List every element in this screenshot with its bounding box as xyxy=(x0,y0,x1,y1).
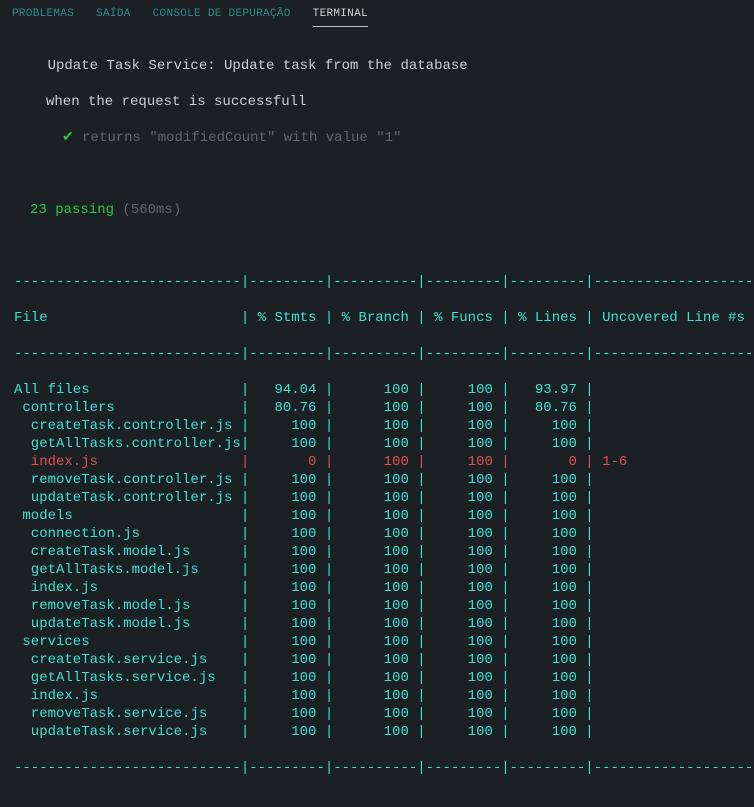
tab-problems[interactable]: PROBLEMAS xyxy=(12,4,74,27)
coverage-row: updateTask.controller.js | 100 | 100 | 1… xyxy=(14,489,740,507)
coverage-row: getAllTasks.controller.js| 100 | 100 | 1… xyxy=(14,435,740,453)
coverage-row: index.js | 100 | 100 | 100 | 100 | xyxy=(14,579,740,597)
coverage-row: updateTask.service.js | 100 | 100 | 100 … xyxy=(14,723,740,741)
coverage-rule-bottom: ---------------------------|---------|--… xyxy=(14,759,740,777)
coverage-row: createTask.service.js | 100 | 100 | 100 … xyxy=(14,651,740,669)
coverage-row: removeTask.model.js | 100 | 100 | 100 | … xyxy=(14,597,740,615)
coverage-row: removeTask.service.js | 100 | 100 | 100 … xyxy=(14,705,740,723)
coverage-rows: All files | 94.04 | 100 | 100 | 93.97 | … xyxy=(14,381,740,741)
coverage-row: models | 100 | 100 | 100 | 100 | xyxy=(14,507,740,525)
coverage-rule-top: ---------------------------|---------|--… xyxy=(14,273,740,291)
terminal-output[interactable]: Update Task Service: Update task from th… xyxy=(0,27,754,807)
coverage-row: createTask.controller.js | 100 | 100 | 1… xyxy=(14,417,740,435)
coverage-row: controllers | 80.76 | 100 | 100 | 80.76 … xyxy=(14,399,740,417)
test-suite-title: Update Task Service: Update task from th… xyxy=(14,57,740,75)
panel-tabs: PROBLEMAS SAÍDA CONSOLE DE DEPURAÇÃO TER… xyxy=(0,0,754,27)
coverage-row: removeTask.controller.js | 100 | 100 | 1… xyxy=(14,471,740,489)
coverage-row: getAllTasks.model.js | 100 | 100 | 100 |… xyxy=(14,561,740,579)
coverage-rule-mid: ---------------------------|---------|--… xyxy=(14,345,740,363)
coverage-row: createTask.model.js | 100 | 100 | 100 | … xyxy=(14,543,740,561)
passing-count: 23 passing xyxy=(30,202,114,218)
test-name: returns "modifiedCount" with value "1" xyxy=(82,130,401,146)
coverage-row: connection.js | 100 | 100 | 100 | 100 | xyxy=(14,525,740,543)
coverage-row: getAllTasks.service.js | 100 | 100 | 100… xyxy=(14,669,740,687)
passing-summary: 23 passing (560ms) xyxy=(14,201,740,219)
coverage-header: File | % Stmts | % Branch | % Funcs | % … xyxy=(14,309,740,327)
tab-terminal[interactable]: TERMINAL xyxy=(313,4,368,27)
test-result-line: ✔ returns "modifiedCount" with value "1" xyxy=(14,129,740,147)
tab-output[interactable]: SAÍDA xyxy=(96,4,131,27)
tab-debug-console[interactable]: CONSOLE DE DEPURAÇÃO xyxy=(153,4,291,27)
coverage-row: All files | 94.04 | 100 | 100 | 93.97 | xyxy=(14,381,740,399)
coverage-row: index.js | 0 | 100 | 100 | 0 | 1-6 xyxy=(14,453,740,471)
coverage-row: services | 100 | 100 | 100 | 100 | xyxy=(14,633,740,651)
coverage-row: updateTask.model.js | 100 | 100 | 100 | … xyxy=(14,615,740,633)
check-icon: ✔ xyxy=(62,130,74,146)
test-context: when the request is successfull xyxy=(14,93,740,111)
coverage-row: index.js | 100 | 100 | 100 | 100 | xyxy=(14,687,740,705)
passing-time: (560ms) xyxy=(122,202,181,218)
